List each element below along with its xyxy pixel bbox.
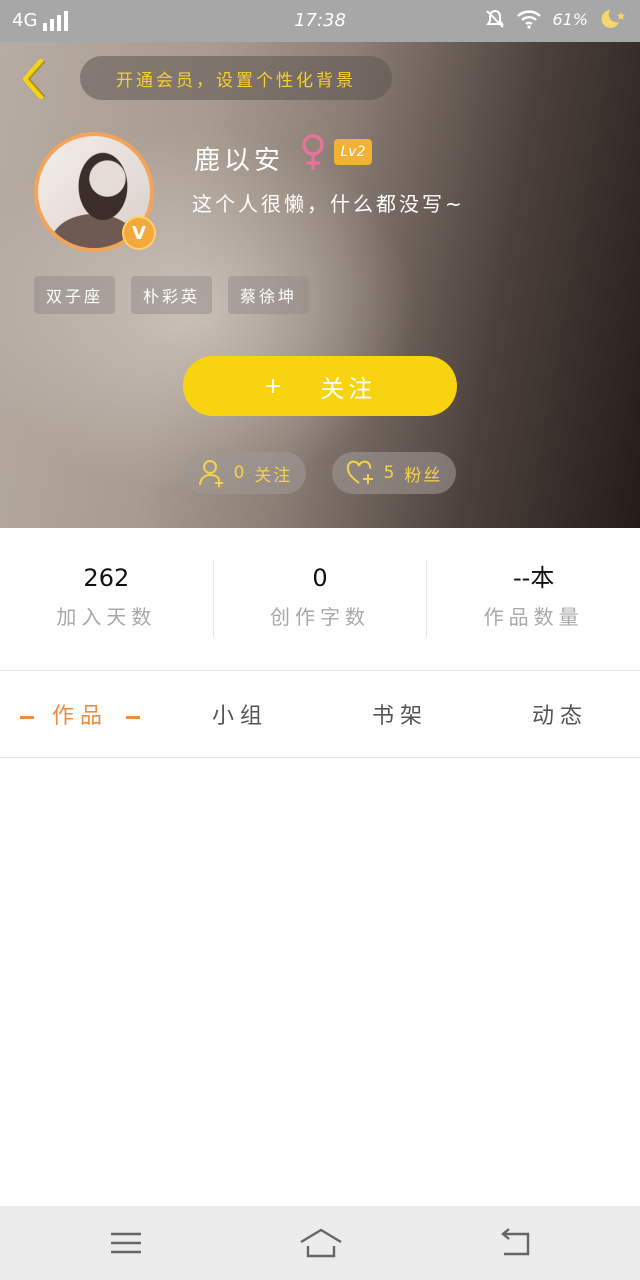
follow-button[interactable]: + 关注 [183,356,457,416]
system-nav-bar [0,1206,640,1280]
profile-header: 开通会员，设置个性化背景 V 鹿以安 Lv2 这个人很懒，什么都没写~ 双子座 … [0,42,640,528]
tag-item[interactable]: 双子座 [34,276,116,314]
divider [0,757,640,758]
female-icon [302,134,324,170]
level-badge: Lv2 [334,139,372,165]
fans-count: 5 [383,463,397,483]
avatar-wrapper[interactable]: V [34,132,156,254]
fans-label: 粉丝 [404,465,443,486]
stats-row: 262 加入天数 0 创作字数 --本 作品数量 [0,528,640,670]
username: 鹿以安 [194,146,285,176]
mute-bell-icon [486,9,505,28]
wifi-icon [517,10,542,29]
stat-value: 0 [312,564,328,592]
stat-value: 262 [83,564,130,592]
stat-join-days: 262 加入天数 [0,561,213,637]
following-label: 关注 [254,465,293,486]
tag-list: 双子座 朴彩英 蔡徐坤 [34,276,310,314]
moon-star-icon [601,10,625,28]
following-count-button[interactable]: 0 关注 [184,452,306,494]
profile-tabs: 作品 小组 书架 动态 [0,671,640,757]
tab-groups[interactable]: 小组 [160,698,320,730]
user-bio: 这个人很懒，什么都没写~ [192,192,465,216]
status-right: 61% [484,8,628,30]
battery-percent: 61% [552,9,588,29]
add-user-icon [198,460,223,487]
follow-label: 关注 [320,374,377,403]
active-dash-left [19,715,34,719]
tab-works[interactable]: 作品 [0,698,160,730]
following-count: 0 [233,463,247,483]
menu-icon[interactable] [106,1226,146,1260]
back-arrow-icon[interactable] [14,56,54,102]
plus-icon: + [263,373,287,399]
stat-label: 加入天数 [56,605,157,629]
tab-bookshelf[interactable]: 书架 [320,698,480,730]
stat-label: 作品数量 [483,605,584,629]
tag-item[interactable]: 蔡徐坤 [228,276,310,314]
stat-word-count: 0 创作字数 [212,561,427,637]
active-dash-right [126,715,140,719]
tab-label: 作品 [51,704,108,729]
stat-value: --本 [513,564,555,592]
tab-label: 书架 [371,704,428,729]
tab-label: 小组 [211,704,268,729]
stat-label: 创作字数 [270,605,370,629]
status-bar: 4G 17:38 61% [0,0,640,42]
vip-background-banner[interactable]: 开通会员，设置个性化背景 [80,56,392,100]
fans-count-button[interactable]: 5 粉丝 [332,452,456,494]
stat-works-count: --本 作品数量 [426,561,640,637]
heart-plus-icon [346,460,373,484]
home-icon[interactable] [298,1226,344,1260]
verified-badge: V [122,216,156,250]
return-icon[interactable] [496,1226,536,1260]
tab-label: 动态 [531,704,588,729]
tab-activity[interactable]: 动态 [480,698,640,730]
tag-item[interactable]: 朴彩英 [131,276,213,314]
